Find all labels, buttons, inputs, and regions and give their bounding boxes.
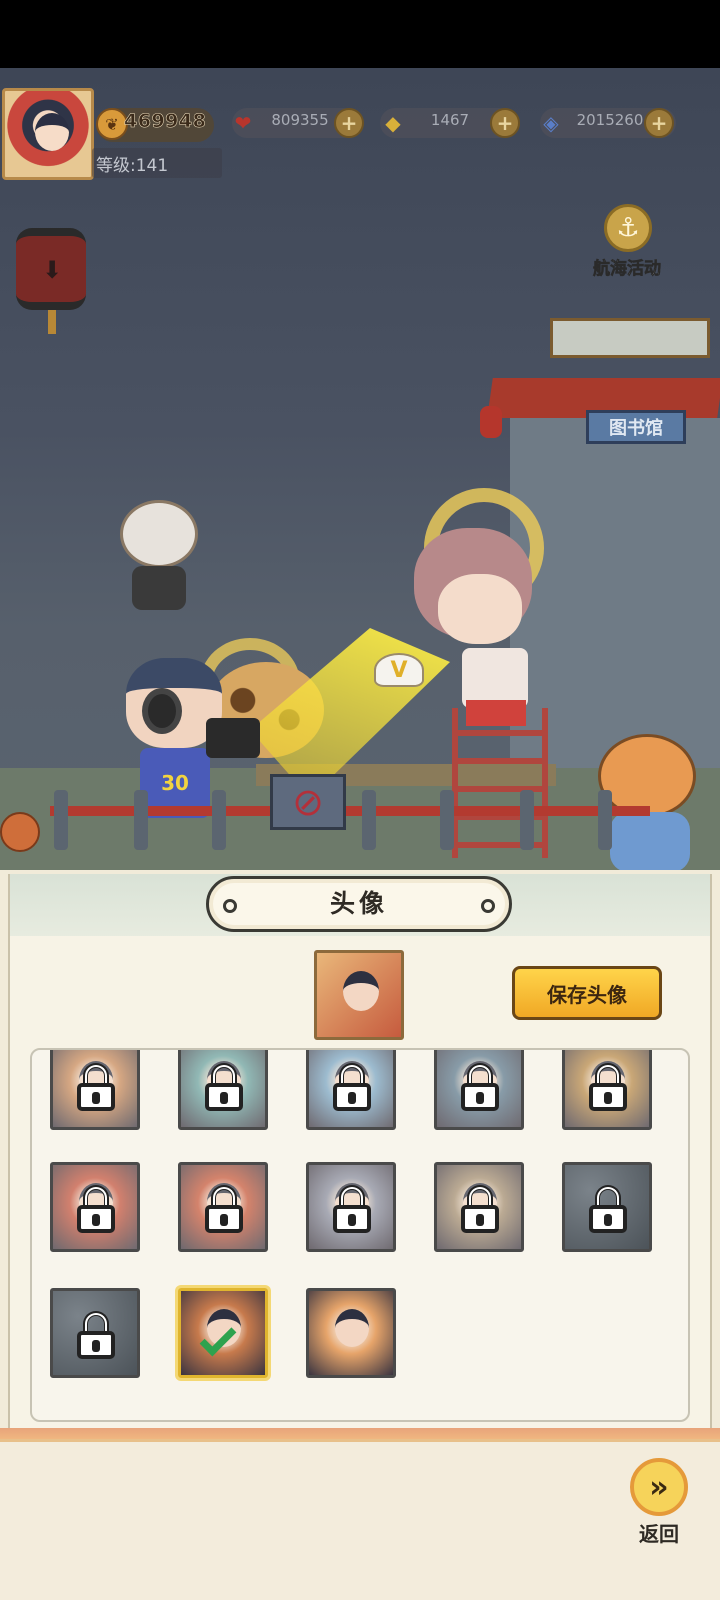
barrier-post: [520, 790, 534, 850]
panel-title: 头像: [329, 889, 388, 918]
avatar-option[interactable]: [178, 1162, 268, 1252]
lock-icon: [589, 1185, 627, 1233]
heart-icon: ❤: [234, 111, 252, 135]
panel-title-plate: 头像: [206, 876, 512, 932]
photographer-character: 30: [96, 648, 260, 848]
camera-icon: [206, 718, 260, 758]
deer-body: [132, 566, 186, 610]
girl-face: [438, 574, 522, 644]
headphones-icon: [142, 688, 182, 734]
back-label: 返回: [639, 1522, 679, 1546]
anchor-icon: ⚓: [604, 204, 652, 252]
preview-face: [343, 971, 379, 1011]
lock-icon: [77, 1311, 115, 1359]
lock-icon: [77, 1063, 115, 1111]
barrier-post: [212, 790, 226, 850]
arrow-right-icon: »: [630, 1458, 688, 1516]
cap-icon: V: [374, 653, 424, 687]
footer-border: [0, 1428, 720, 1442]
gold-value: 1467: [430, 111, 470, 129]
avatar-panel: 头像 保存头像 » 返回: [0, 870, 720, 1600]
barrier-post: [598, 790, 612, 850]
lock-icon: [77, 1185, 115, 1233]
crystal-value: 2015260: [576, 111, 644, 129]
status-bar: [0, 0, 720, 68]
avatar-face: [335, 1309, 369, 1347]
avatar-option[interactable]: [178, 1050, 268, 1130]
barrier-post: [362, 790, 376, 850]
back-button[interactable]: » 返回: [624, 1458, 694, 1554]
game-scene: ❦ 469948 等级:141 ❤ 809355 + ◆ 1467 + ◈ 20…: [0, 68, 720, 870]
gold-ingot-icon: ◆: [385, 111, 401, 135]
avatar-option[interactable]: [562, 1050, 652, 1130]
hearts-value: 809355: [271, 111, 329, 129]
player-level: 等级:141: [96, 156, 169, 176]
lock-icon: [461, 1063, 499, 1111]
current-avatar-preview: [314, 950, 404, 1040]
lock-icon: [589, 1063, 627, 1111]
player-avatar[interactable]: [2, 88, 94, 180]
library-upper-roof: [550, 318, 710, 358]
avatar-option[interactable]: [306, 1288, 396, 1378]
lantern-tassel: [48, 310, 56, 334]
avatar-option[interactable]: [50, 1162, 140, 1252]
library-sign: 图书馆: [586, 410, 686, 444]
barrier-post: [440, 790, 454, 850]
girl-shirt: [462, 648, 528, 708]
avatar-option[interactable]: [434, 1050, 524, 1130]
lantern-menu-button[interactable]: ⬇: [16, 216, 86, 334]
deer-body-right: [610, 812, 690, 870]
coin-value: 469948: [124, 110, 207, 133]
avatar-face: [35, 113, 69, 151]
add-gold-button[interactable]: +: [490, 108, 520, 138]
avatar-option[interactable]: [306, 1162, 396, 1252]
panel-footer: » 返回: [0, 1428, 720, 1600]
barrier-post: [54, 790, 68, 850]
avatar-grid: [30, 1048, 690, 1422]
lock-icon: [205, 1063, 243, 1111]
no-entry-icon: ⊘: [270, 774, 346, 830]
arrow-down-icon: ⬇: [42, 256, 63, 284]
lock-icon: [333, 1185, 371, 1233]
lock-icon: [333, 1063, 371, 1111]
avatar-option[interactable]: [434, 1162, 524, 1252]
deer-character-left: [114, 480, 204, 610]
crystal-icon: ◈: [543, 111, 559, 135]
save-avatar-button[interactable]: 保存头像: [512, 966, 662, 1020]
lock-icon: [461, 1185, 499, 1233]
barrier-post: [134, 790, 148, 850]
avatar-option[interactable]: [306, 1050, 396, 1130]
deer-head: [120, 500, 198, 568]
lock-icon: [205, 1185, 243, 1233]
avatar-option[interactable]: [50, 1050, 140, 1130]
red-lantern: [480, 406, 502, 438]
voyage-event-button[interactable]: ⚓ 航海活动: [584, 204, 670, 284]
voyage-event-label: 航海活动: [593, 259, 662, 280]
avatar-art: [309, 1291, 393, 1375]
avatar-option[interactable]: [562, 1162, 652, 1252]
avatar-option[interactable]: [178, 1288, 268, 1378]
add-crystal-button[interactable]: +: [644, 108, 674, 138]
avatar-option[interactable]: [50, 1288, 140, 1378]
add-hearts-button[interactable]: +: [334, 108, 364, 138]
basketball-icon: [0, 812, 40, 852]
